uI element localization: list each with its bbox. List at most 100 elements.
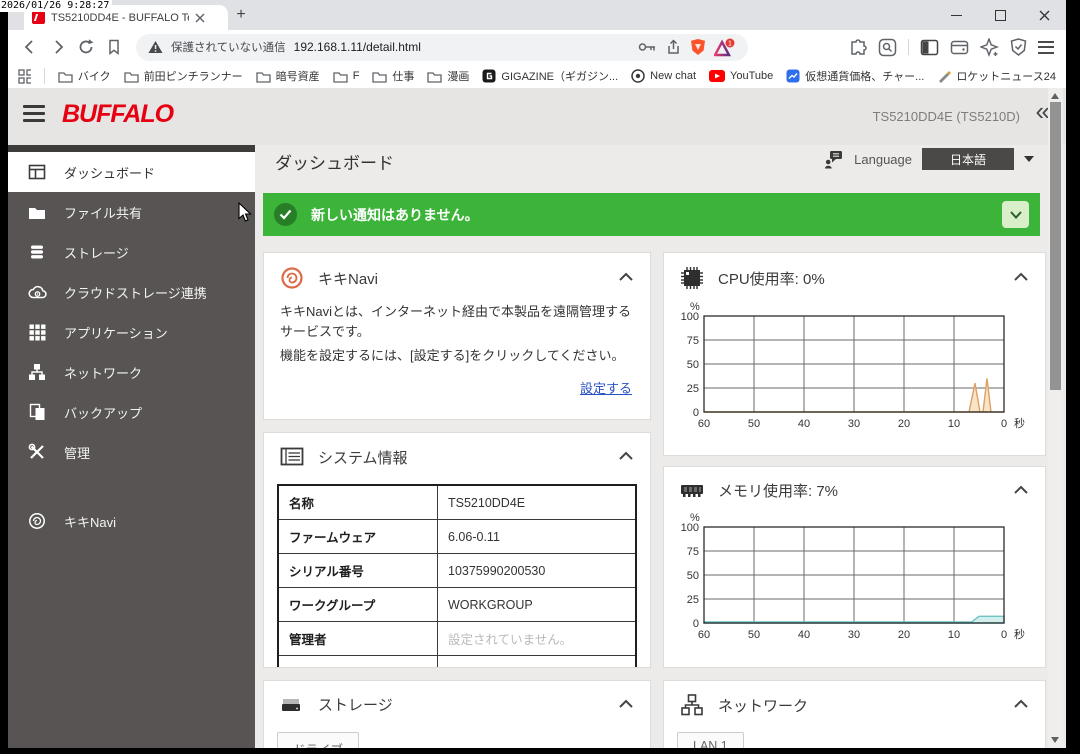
network-nodes-icon — [27, 363, 47, 381]
rocket-news-icon — [939, 71, 952, 83]
share-icon[interactable] — [665, 39, 682, 55]
svg-text:30: 30 — [848, 418, 860, 430]
card-title: CPU使用率: 0% — [718, 270, 825, 288]
folder-icon — [333, 71, 348, 83]
sidebar-item-kikinavi[interactable]: キキNavi — [8, 501, 255, 541]
bookmark-item[interactable]: ロケットニュース24 — [937, 68, 1056, 84]
window-minimize-button[interactable] — [934, 0, 978, 30]
sidebar-item-dashboard[interactable]: ダッシュボード — [8, 152, 255, 192]
bookmark-item[interactable]: 漫画 — [427, 68, 469, 84]
triangle-extension-icon[interactable]: 1 — [714, 38, 736, 57]
notification-message: 新しい通知はありません。 — [311, 206, 479, 223]
reading-list-button[interactable] — [100, 33, 128, 61]
wallet-icon[interactable] — [950, 39, 969, 55]
new-tab-button[interactable]: + — [230, 4, 252, 26]
scroll-up-arrow-icon[interactable] — [1051, 93, 1059, 99]
svg-text:50: 50 — [687, 359, 699, 371]
card-title: ストレージ — [318, 697, 393, 714]
window-maximize-button[interactable] — [978, 0, 1022, 30]
extensions-puzzle-icon[interactable] — [848, 38, 867, 57]
system-info-card: システム情報 名称 TS5210DD4E ファームウェア 6.06-0.11 シリア… — [263, 432, 651, 668]
page-scrollbar[interactable] — [1048, 88, 1063, 748]
language-icon — [824, 150, 843, 168]
reload-button[interactable] — [72, 33, 100, 61]
folder-icon — [427, 71, 443, 83]
language-value-button[interactable]: 日本語 — [922, 148, 1014, 170]
chevron-down-icon[interactable] — [1024, 156, 1034, 162]
sidebar-item-network[interactable]: ネットワーク — [8, 352, 255, 392]
storage-card: ストレージ ドライブ — [263, 680, 651, 748]
tab-drives[interactable]: ドライブ — [277, 732, 360, 748]
apps-grid-icon[interactable] — [18, 68, 32, 84]
cpu-usage-chart: 0 25 50 75 100 60 50 40 30 20 10 0% 秒 — [664, 298, 1045, 449]
collapse-card-button[interactable] — [618, 448, 634, 466]
nas-dashboard-page: BUFFALO TS5210DD4E (TS5210D) « ダッシュボード フ… — [8, 88, 1066, 748]
back-button[interactable] — [16, 33, 44, 61]
bookmark-item[interactable]: バイク — [58, 68, 111, 84]
menu-button[interactable] — [1038, 40, 1054, 54]
leo-sparkle-icon[interactable] — [980, 37, 999, 57]
app-header: BUFFALO TS5210DD4E (TS5210D) « — [8, 88, 1066, 145]
bookmarks-divider — [44, 68, 45, 84]
cloud-icon — [27, 284, 47, 300]
browser-toolbar: 保護されていない通信 192.168.1.11/detail.html 1 — [8, 30, 1066, 64]
chevron-up-icon — [619, 699, 633, 708]
sidebar-toggle-button[interactable] — [23, 105, 45, 122]
bookmark-item[interactable]: 暗号資産 — [256, 68, 320, 84]
dashboard-icon — [27, 163, 47, 181]
new-chat-icon — [631, 69, 645, 83]
sidebar-item-cloud-storage[interactable]: クラウドストレージ連携 — [8, 272, 255, 312]
bookmarks-bar: バイク 前田ピンチランナー 暗号資産 F 仕事 漫画 GIGAZINE（ギガジン… — [8, 64, 1066, 88]
sidebar-item-file-sharing[interactable]: ファイル共有 — [8, 192, 255, 232]
collapse-card-button[interactable] — [618, 696, 634, 714]
collapse-card-button[interactable] — [1013, 269, 1029, 287]
bookmark-flag-icon — [109, 39, 119, 56]
disk-stack-icon — [27, 243, 47, 261]
svg-text:25: 25 — [687, 594, 699, 606]
folder-icon — [372, 71, 388, 83]
brave-shield-icon[interactable] — [690, 38, 706, 56]
notification-expand-button[interactable] — [1002, 201, 1029, 228]
card-title: メモリ使用率: 7% — [718, 483, 839, 500]
sidebar-item-management[interactable]: 管理 — [8, 432, 255, 472]
bookmark-item[interactable]: New chat — [631, 69, 696, 83]
url-text[interactable]: 192.168.1.11/detail.html — [294, 40, 421, 54]
notification-banner: 新しい通知はありません。 — [263, 193, 1040, 236]
drive-icon — [280, 696, 304, 714]
vpn-shield-icon[interactable] — [1010, 38, 1027, 56]
sidebar-item-backup[interactable]: バックアップ — [8, 392, 255, 432]
browser-window: TS5210DD4E - BUFFALO TeraSta + 保護されていない通… — [8, 0, 1066, 748]
forward-button[interactable] — [44, 33, 72, 61]
scroll-down-arrow-icon[interactable] — [1051, 737, 1059, 743]
collapse-card-button[interactable] — [618, 269, 634, 287]
search-in-page-icon[interactable] — [878, 38, 897, 57]
chevron-up-icon — [1014, 272, 1028, 281]
bookmark-item[interactable]: 仮想通貨価格、チャー... — [786, 68, 924, 84]
scrollbar-thumb[interactable] — [1050, 102, 1061, 390]
svg-text:40: 40 — [798, 418, 810, 430]
bookmark-item[interactable]: F — [333, 70, 359, 83]
collapse-card-button[interactable] — [1013, 482, 1029, 500]
sidebar-top-strip — [8, 145, 255, 152]
tab-close-icon[interactable] — [195, 13, 205, 23]
bookmark-item[interactable]: GIGAZINE（ギガジン... — [482, 68, 618, 84]
bookmark-item[interactable]: 仕事 — [372, 68, 414, 84]
chevron-up-icon — [1014, 699, 1028, 708]
key-icon[interactable] — [638, 40, 657, 54]
bookmark-item[interactable]: 前田ピンチランナー — [124, 68, 243, 84]
folder-icon — [58, 71, 73, 83]
security-warning-text[interactable]: 保護されていない通信 — [171, 39, 286, 55]
svg-text:%: % — [690, 512, 700, 524]
side-panel-icon[interactable] — [920, 39, 939, 56]
configure-link[interactable]: 設定する — [282, 378, 632, 397]
collapse-card-button[interactable] — [1013, 696, 1029, 714]
sidebar-item-applications[interactable]: アプリケーション — [8, 312, 255, 352]
window-close-button[interactable] — [1022, 0, 1066, 30]
tab-lan1[interactable]: LAN 1 — [677, 732, 744, 748]
address-bar[interactable]: 保護されていない通信 192.168.1.11/detail.html 1 — [136, 33, 748, 61]
sidebar-item-storage[interactable]: ストレージ — [8, 232, 255, 272]
row-value: 設定されていません。 — [437, 621, 637, 656]
bookmark-item[interactable]: YouTube — [709, 70, 773, 82]
svg-text:0: 0 — [1001, 629, 1007, 641]
apps-grid-icon — [27, 324, 47, 341]
